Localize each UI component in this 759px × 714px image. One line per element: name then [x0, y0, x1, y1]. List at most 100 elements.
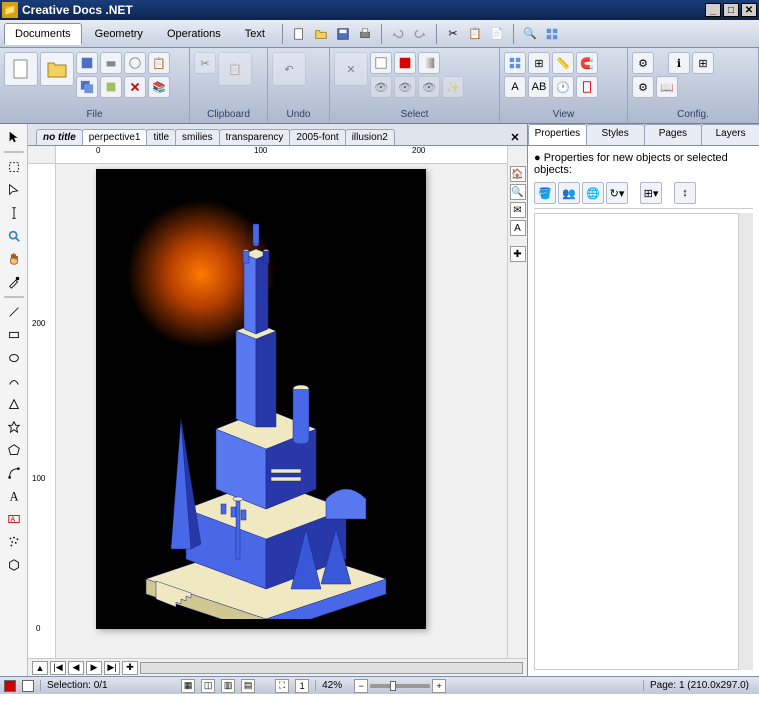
sb-mode4-icon[interactable]: ▤	[241, 679, 255, 693]
gears-icon[interactable]: ⚙	[632, 52, 654, 74]
hnav-scrollbar[interactable]	[140, 662, 523, 674]
cut-button[interactable]: ✂	[194, 52, 216, 74]
hnav-last-icon[interactable]: ▶|	[104, 661, 120, 675]
saveall-button[interactable]	[76, 76, 98, 98]
close-button[interactable]: ✕	[741, 3, 757, 17]
arc-tool[interactable]	[3, 370, 25, 392]
sb-mode3-icon[interactable]: ▥	[221, 679, 235, 693]
polygon-tool[interactable]	[3, 439, 25, 461]
prop-bucket-icon[interactable]: 🪣	[534, 182, 556, 204]
prop-people-icon[interactable]: 👥	[558, 182, 580, 204]
text-tool[interactable]: A	[3, 485, 25, 507]
redo-icon[interactable]	[410, 24, 430, 44]
menu-tab-documents[interactable]: Documents	[4, 23, 82, 45]
hnav-first-icon[interactable]: |◀	[50, 661, 66, 675]
textbox-tool[interactable]: A	[3, 508, 25, 530]
new-doc-icon[interactable]	[289, 24, 309, 44]
book-icon[interactable]: 📖	[656, 76, 678, 98]
canvas-viewport[interactable]	[56, 164, 507, 658]
edit-tool[interactable]	[3, 202, 25, 224]
eye1-icon[interactable]: 👁	[370, 76, 392, 98]
doctab-notitle[interactable]: no title	[36, 129, 83, 145]
ellipse-tool[interactable]	[3, 347, 25, 369]
grid2-icon[interactable]: ⊞	[692, 52, 714, 74]
hnav-prev-icon[interactable]: ◀	[68, 661, 84, 675]
bg-color-swatch[interactable]	[22, 680, 34, 692]
sb-mode2-icon[interactable]: ◫	[201, 679, 215, 693]
properties-button[interactable]: 📋	[148, 52, 170, 74]
undo-icon[interactable]	[388, 24, 408, 44]
menu-tab-geometry[interactable]: Geometry	[84, 23, 154, 45]
doctab-perpective1[interactable]: perpective1	[82, 129, 148, 145]
zoom-slider[interactable]	[370, 684, 430, 688]
picker-tool[interactable]	[3, 271, 25, 293]
sb-zoom100-icon[interactable]: 1	[295, 679, 309, 693]
prop-globe-icon[interactable]: 🌐	[582, 182, 604, 204]
eye3-icon[interactable]: 👁	[418, 76, 440, 98]
triangle-tool[interactable]	[3, 393, 25, 415]
paste-button[interactable]: 📋	[218, 52, 252, 86]
recent-button[interactable]	[124, 52, 146, 74]
sb-mode1-icon[interactable]: ▦	[181, 679, 195, 693]
panel-tab-pages[interactable]: Pages	[644, 124, 703, 145]
info-icon[interactable]: ℹ	[668, 52, 690, 74]
hexagon-tool[interactable]	[3, 554, 25, 576]
doctab-transparency[interactable]: transparency	[219, 129, 291, 145]
close-doc-button[interactable]	[124, 76, 146, 98]
prop-grid-icon[interactable]: ⊞▾	[640, 182, 662, 204]
fill-red[interactable]	[394, 52, 416, 74]
cut-icon[interactable]: ✂	[443, 24, 463, 44]
line-tool[interactable]	[3, 301, 25, 323]
prop-loop-icon[interactable]: ↻▾	[606, 182, 628, 204]
minimize-button[interactable]: _	[705, 3, 721, 17]
doctab-title[interactable]: title	[146, 129, 176, 145]
rect-tool[interactable]	[3, 324, 25, 346]
vctrl-text[interactable]: A	[510, 220, 526, 236]
select-rect-tool[interactable]	[3, 156, 25, 178]
fill-white[interactable]	[370, 52, 392, 74]
canvas-page[interactable]	[96, 169, 426, 629]
text-a-icon[interactable]: A	[504, 76, 526, 98]
close-tab-button[interactable]: ✕	[507, 129, 523, 145]
panel-scrollbar[interactable]	[739, 213, 753, 670]
delete-button[interactable]: ✕	[334, 52, 368, 86]
zoom-tool[interactable]	[3, 225, 25, 247]
hnav-next-icon[interactable]: ▶	[86, 661, 102, 675]
bezier-tool[interactable]	[3, 462, 25, 484]
grid-icon[interactable]	[542, 24, 562, 44]
direct-select-tool[interactable]	[3, 179, 25, 201]
open-button[interactable]	[40, 52, 74, 86]
doctab-2005font[interactable]: 2005-font	[289, 129, 345, 145]
prop-align-icon[interactable]: ↕	[674, 182, 696, 204]
doctab-smilies[interactable]: smilies	[175, 129, 220, 145]
zoom-in-button[interactable]: +	[432, 679, 446, 693]
print-button[interactable]	[100, 52, 122, 74]
vctrl-add[interactable]: ✚	[510, 246, 526, 262]
grid-view-icon[interactable]	[504, 52, 526, 74]
page-outline-icon[interactable]	[576, 76, 598, 98]
star-tool[interactable]	[3, 416, 25, 438]
open-icon[interactable]	[311, 24, 331, 44]
new-button[interactable]	[4, 52, 38, 86]
copy-icon[interactable]: 📋	[465, 24, 485, 44]
gear2-icon[interactable]: ⚙	[632, 76, 654, 98]
vctrl-mail[interactable]: ✉	[510, 202, 526, 218]
ruler-icon[interactable]: 📏	[552, 52, 574, 74]
hnav-up-icon[interactable]: ▲	[32, 661, 48, 675]
fg-color-swatch[interactable]	[4, 680, 16, 692]
clock-icon[interactable]: 🕐	[552, 76, 574, 98]
sb-zoomfit-icon[interactable]: ⛶	[275, 679, 289, 693]
panel-tab-properties[interactable]: Properties	[528, 124, 587, 145]
save-button[interactable]	[76, 52, 98, 74]
zoom-out-button[interactable]: −	[354, 679, 368, 693]
pointer-tool[interactable]	[3, 126, 25, 148]
magnet-icon[interactable]: 🧲	[576, 52, 598, 74]
vctrl-zoom[interactable]: 🔍	[510, 184, 526, 200]
hnav-add-icon[interactable]: ✚	[122, 661, 138, 675]
panel-tab-layers[interactable]: Layers	[701, 124, 759, 145]
export-button[interactable]	[100, 76, 122, 98]
doctab-illusion2[interactable]: illusion2	[345, 129, 395, 145]
zoom-tool-icon[interactable]: 🔍	[520, 24, 540, 44]
paste-icon[interactable]: 📄	[487, 24, 507, 44]
wand-icon[interactable]: ✨	[442, 76, 464, 98]
